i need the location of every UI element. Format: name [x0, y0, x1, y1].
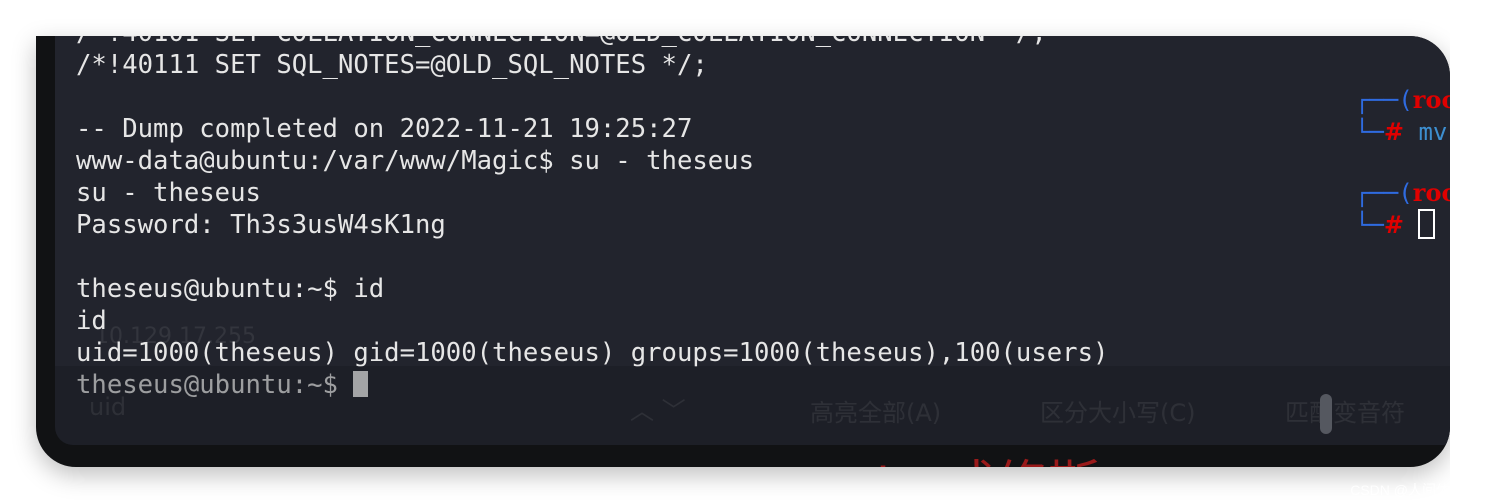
prev-match-icon: ︿ ﹀	[630, 397, 686, 425]
terminal-line: www-data@ubuntu:/var/www/Magic$ su - the…	[76, 146, 754, 176]
terminal-line: su - theseus	[76, 178, 261, 208]
background-text: priv: 忒修斯 -> root	[831, 443, 1266, 467]
terminal-line: Password: Th3s3usW4sK1ng	[76, 210, 446, 240]
scrollbar[interactable]	[1320, 394, 1332, 434]
cursor-box	[1418, 209, 1436, 239]
option-highlight-all: 高亮全部(A)	[810, 399, 942, 427]
side-prompt-1: ┌──(roo └─# mv	[1355, 85, 1458, 146]
terminal-line: /*!40111 SET SQL_NOTES=@OLD_SQL_NOTES */…	[76, 50, 708, 80]
terminal-line: theseus@ubuntu:~$ id	[76, 274, 385, 304]
watermark: CSDN @人间体佐菲	[1350, 482, 1478, 498]
ghost-search-input: uid	[89, 393, 127, 421]
find-bar-ghost	[55, 366, 1450, 445]
option-match-diacritics: 匹配变音符	[1285, 399, 1405, 427]
ghost-ip: 10.129.17.255	[95, 324, 256, 349]
option-match-case: 区分大小写(C)	[1040, 399, 1196, 427]
terminal-line: -- Dump completed on 2022-11-21 19:25:27	[76, 114, 693, 144]
side-prompt-2: ┌──(roo └─#	[1355, 178, 1458, 239]
window-frame: /*!40101 SET COLLATION_CONNECTION=@OLD_C…	[36, 36, 1450, 467]
terminal-line: /*!40101 SET COLLATION_CONNECTION=@OLD_C…	[76, 36, 1108, 49]
terminal[interactable]: /*!40101 SET COLLATION_CONNECTION=@OLD_C…	[55, 36, 1450, 445]
